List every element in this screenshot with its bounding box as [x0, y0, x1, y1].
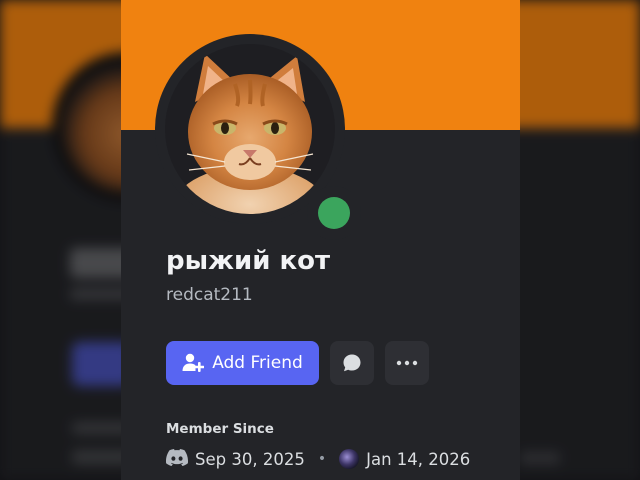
add-friend-label: Add Friend [212, 353, 303, 373]
avatar[interactable] [155, 34, 361, 240]
date-separator: • [317, 451, 327, 467]
server-member-date: Jan 14, 2026 [366, 449, 471, 469]
orange-cat-avatar [165, 44, 335, 214]
discord-logo-icon [166, 448, 189, 470]
more-options-icon [396, 360, 418, 366]
discord-member-date: Sep 30, 2025 [195, 449, 305, 469]
server-icon [339, 449, 360, 469]
add-friend-icon [182, 353, 205, 373]
username[interactable]: redcat211 [166, 285, 253, 305]
member-since-label: Member Since [166, 421, 274, 437]
profile-card: рыжий кот redcat211 Add Friend Member Si… [121, 0, 520, 480]
add-friend-button[interactable]: Add Friend [166, 341, 319, 385]
chat-bubble-icon [342, 353, 362, 373]
member-since-row: Sep 30, 2025 • Jan 14, 2026 [166, 447, 470, 471]
online-status-icon [318, 197, 350, 229]
display-name: рыжий кот [166, 246, 331, 276]
profile-actions: Add Friend [166, 341, 429, 385]
message-button[interactable] [330, 341, 374, 385]
more-options-button[interactable] [385, 341, 429, 385]
status-indicator [307, 186, 361, 240]
